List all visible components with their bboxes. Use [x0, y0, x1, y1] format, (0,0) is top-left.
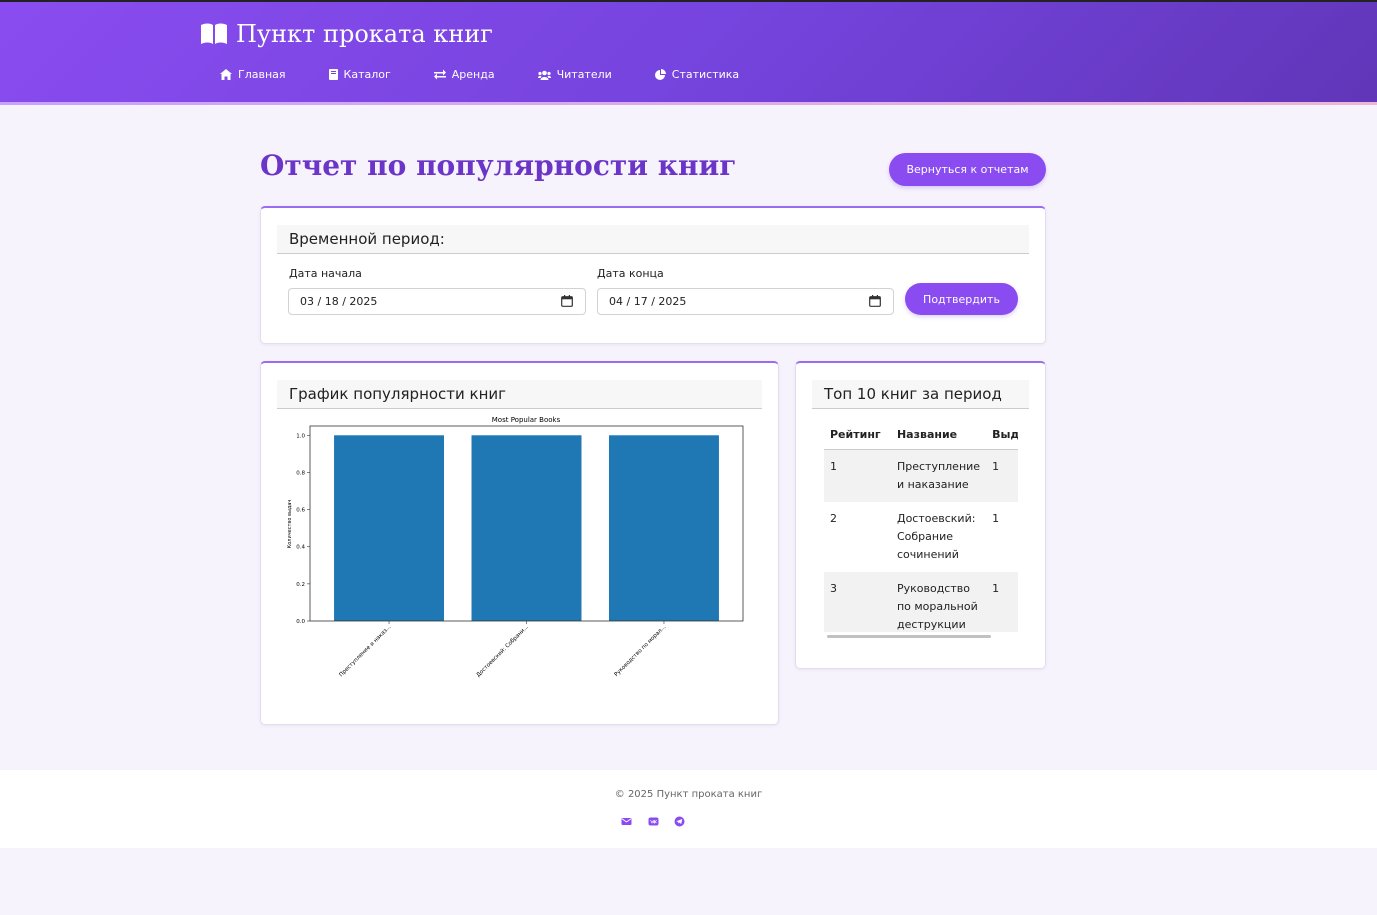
nav-label-statistics: Статистика [671, 68, 740, 81]
y-tick-label: 0.4 [296, 545, 305, 551]
y-tick-label: 0.6 [296, 508, 305, 514]
popularity-chart: Most Popular Books Количество выдач 0.0 0… [287, 416, 744, 679]
navbar-accent-line [0, 102, 1377, 105]
vk-icon[interactable] [648, 816, 659, 827]
column-header-rank[interactable]: Рейтинг [824, 420, 891, 450]
end-date-input[interactable]: 04 / 17 / 2025 [597, 288, 894, 315]
brand-title: Пункт проката книг [236, 20, 493, 48]
title-cell: Руководство по моральной деструкции [890, 571, 987, 632]
chart-y-label: Количество выдач [287, 500, 293, 549]
title-cell: Преступление и наказание [890, 449, 987, 502]
nav-label-home: Главная [238, 68, 286, 81]
table-horizontal-scrollbar[interactable] [827, 635, 991, 638]
calendar-icon[interactable] [561, 295, 573, 307]
users-icon [537, 70, 551, 80]
calendar-icon[interactable] [869, 295, 881, 307]
pie-chart-icon [654, 69, 666, 80]
start-date-input[interactable]: 03 / 18 / 2025 [288, 288, 586, 315]
nav-item-statistics[interactable]: Статистика [654, 68, 740, 81]
end-date-label: Дата конца [597, 267, 664, 280]
y-tick-label: 0.8 [296, 470, 305, 476]
envelope-icon[interactable] [621, 816, 632, 827]
title-cell: Достоевский: Собрание сочинений [896, 511, 976, 561]
copyright-text: © 2025 Пункт проката книг [614, 789, 763, 800]
table-row: 1 Преступление и наказание 1 [824, 449, 1018, 502]
nav-item-catalog[interactable]: Каталог [328, 68, 391, 81]
chart-bar [471, 435, 582, 621]
book-icon [328, 69, 338, 80]
x-tick-label: Достоевский: Собрани... [475, 623, 530, 678]
confirm-button[interactable]: Подтвердить [905, 283, 1018, 315]
y-tick-label: 0.0 [296, 619, 305, 625]
telegram-icon[interactable] [674, 816, 685, 827]
table-header-row: Рейтинг Название Выдач [824, 420, 1018, 450]
nav-label-readers: Читатели [556, 68, 612, 81]
y-tick-label: 0.2 [296, 582, 305, 588]
table-row: 2 Достоевский: Собрание сочинений 1 [824, 502, 1018, 572]
rank-cell: 1 [824, 449, 891, 502]
count-cell: 1 [992, 511, 1000, 525]
back-to-reports-button[interactable]: Вернуться к отчетам [889, 153, 1046, 186]
top-books-table: Рейтинг Название Выдач 1 Преступление и … [824, 420, 1018, 632]
top-books-table-container[interactable]: Рейтинг Название Выдач 1 Преступление и … [824, 420, 1018, 632]
nav-item-home[interactable]: Главная [220, 68, 286, 81]
chart-bar [334, 435, 445, 621]
y-tick-label: 1.0 [296, 433, 305, 439]
nav-label-catalog: Каталог [343, 68, 391, 81]
main-nav: Главная Каталог Аренда Читатели Статисти… [220, 68, 782, 81]
rank-cell: 3 [824, 571, 891, 632]
page-title: Отчет по популярности книг [260, 149, 737, 182]
column-header-title[interactable]: Название [890, 420, 987, 450]
count-cell: 1 [986, 449, 1018, 502]
chart-card-header: График популярности книг [277, 380, 762, 409]
period-card-header: Временной период: [277, 225, 1029, 254]
chart-title: Most Popular Books [492, 416, 561, 424]
column-header-count[interactable]: Выдач [986, 420, 1018, 450]
nav-item-rental[interactable]: Аренда [433, 68, 495, 81]
nav-label-rental: Аренда [451, 68, 495, 81]
open-book-icon [201, 23, 227, 44]
footer: © 2025 Пункт проката книг [0, 770, 1377, 848]
home-icon [220, 69, 232, 80]
start-date-value: 03 / 18 / 2025 [300, 295, 378, 308]
navbar: Пункт проката книг Главная Каталог Аренд… [0, 2, 1377, 102]
count-cell: 1 [986, 571, 1018, 632]
end-date-value: 04 / 17 / 2025 [609, 295, 687, 308]
rank-cell: 2 [830, 511, 837, 525]
start-date-label: Дата начала [289, 267, 362, 280]
nav-item-readers[interactable]: Читатели [537, 68, 612, 81]
x-tick-label: Руководство по морал... [614, 624, 668, 678]
chart-bar [608, 435, 719, 621]
top-books-card-header: Топ 10 книг за период [812, 380, 1029, 409]
table-row: 3 Руководство по моральной деструкции 1 [824, 571, 1018, 632]
x-tick-label: Преступление и наказ... [338, 624, 392, 678]
exchange-icon [433, 69, 446, 80]
brand[interactable]: Пункт проката книг [200, 20, 493, 48]
